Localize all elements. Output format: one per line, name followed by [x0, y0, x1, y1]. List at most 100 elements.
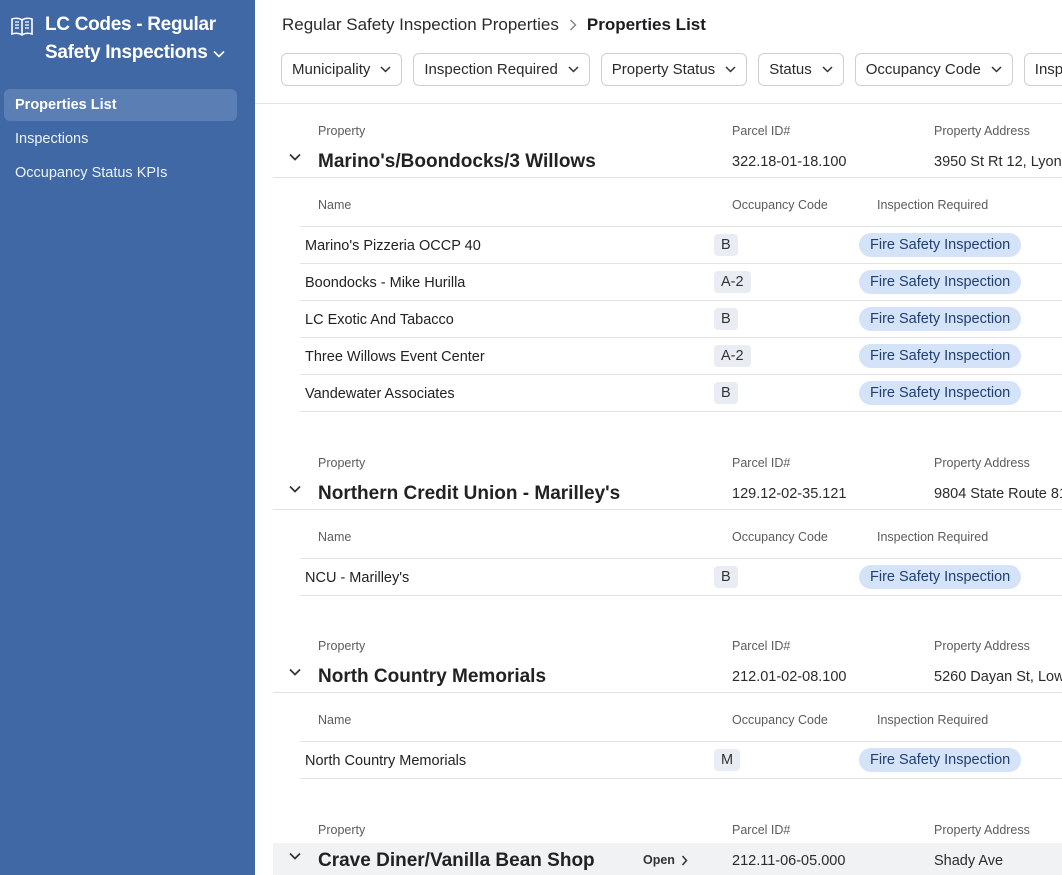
chevron-down-icon [822, 66, 833, 73]
property-header-labels: Property Parcel ID# Property Address [273, 823, 1062, 843]
sidebar-item-properties-list[interactable]: Properties List [4, 89, 237, 122]
property-address: 3950 St Rt 12, Lyons [934, 154, 1062, 170]
property-row[interactable]: North Country Memorials 212.01-02-08.100… [273, 659, 1062, 693]
property-header-labels: Property Parcel ID# Property Address [273, 456, 1062, 476]
filter-label: Municipality [292, 61, 371, 78]
property-row[interactable]: Crave Diner/Vanilla Bean Shop Open 212.1… [273, 843, 1062, 875]
breadcrumb: Regular Safety Inspection Properties Pro… [255, 0, 1062, 40]
table-row[interactable]: Marino's Pizzeria OCCP 40 B Fire Safety … [300, 227, 1062, 264]
property-row[interactable]: Northern Credit Union - Marilley's 129.1… [273, 476, 1062, 510]
parcel-id: 129.12-02-35.121 [732, 486, 847, 502]
inspection-required-pill: Fire Safety Inspection [859, 748, 1022, 772]
occupancy-code-badge: A-2 [714, 345, 751, 367]
property-group: Property Parcel ID# Property Address Cra… [273, 823, 1062, 875]
inspection-required-pill: Fire Safety Inspection [859, 565, 1022, 589]
chevron-down-icon[interactable] [289, 485, 301, 493]
breadcrumb-parent[interactable]: Regular Safety Inspection Properties [282, 15, 559, 35]
inspection-required-pill: Fire Safety Inspection [859, 270, 1022, 294]
occupant-name: Boondocks - Mike Hurilla [305, 275, 466, 291]
filter-inspection-required[interactable]: Inspection Required [413, 53, 590, 86]
name-label: Name [318, 198, 352, 212]
sidebar-item-inspections[interactable]: Inspections [4, 123, 237, 155]
filter-occupancy-code[interactable]: Occupancy Code [854, 53, 1013, 86]
inspection-required-label: Inspection Required [877, 198, 989, 212]
chevron-down-icon[interactable] [289, 668, 301, 676]
table-row[interactable]: LC Exotic And Tabacco B Fire Safety Insp… [300, 301, 1062, 338]
chevron-down-icon[interactable] [213, 39, 226, 67]
open-label: Open [643, 853, 675, 867]
inspection-required-pill: Fire Safety Inspection [859, 307, 1022, 331]
table-row[interactable]: Boondocks - Mike Hurilla A-2 Fire Safety… [300, 264, 1062, 301]
occupancy-code-badge: B [714, 308, 738, 330]
property-name: North Country Memorials [318, 666, 547, 687]
property-header-labels: Property Parcel ID# Property Address [273, 124, 1062, 144]
filter-property-status[interactable]: Property Status [600, 53, 748, 86]
filter-municipality[interactable]: Municipality [281, 53, 403, 86]
sidebar-item-occupancy-status-kpis[interactable]: Occupancy Status KPIs [4, 157, 237, 189]
divider [300, 733, 1062, 742]
occupancy-code-label: Occupancy Code [732, 530, 828, 544]
topbar: Regular Safety Inspection Properties Pro… [255, 0, 1062, 104]
property-row[interactable]: Marino's/Boondocks/3 Willows 322.18-01-1… [273, 144, 1062, 178]
chevron-down-icon [380, 66, 391, 73]
property-group: Property Parcel ID# Property Address Nor… [273, 639, 1062, 779]
book-icon [11, 17, 33, 36]
filter-bar: Municipality Inspection Required Propert… [255, 40, 1062, 86]
app-title: LC Codes - Regular Safety Inspections [45, 11, 245, 67]
chevron-down-icon [991, 66, 1002, 73]
chevron-down-icon [568, 66, 579, 73]
inspection-required-pill: Fire Safety Inspection [859, 381, 1022, 405]
inspection-required-pill: Fire Safety Inspection [859, 344, 1022, 368]
occupancy-code-badge: B [714, 234, 738, 256]
filter-inspection[interactable]: Insp [1023, 53, 1062, 86]
property-name: Marino's/Boondocks/3 Willows [318, 151, 596, 172]
occupancy-code-badge: B [714, 566, 738, 588]
filter-label: Status [769, 61, 812, 78]
table-row[interactable]: NCU - Marilley's B Fire Safety Inspectio… [300, 559, 1062, 596]
divider [300, 550, 1062, 559]
property-group: Property Parcel ID# Property Address Mar… [273, 124, 1062, 412]
occupancy-code-badge: B [714, 382, 738, 404]
property-label: Property [318, 456, 366, 470]
filter-label: Occupancy Code [865, 61, 981, 78]
occupant-name: Vandewater Associates [305, 386, 455, 402]
filter-label: Inspection Required [424, 61, 558, 78]
divider [300, 218, 1062, 227]
chevron-right-icon [681, 855, 688, 866]
chevron-down-icon[interactable] [289, 852, 301, 860]
occupant-name: North Country Memorials [305, 753, 467, 769]
name-label: Name [318, 713, 352, 727]
occupancy-code-label: Occupancy Code [732, 713, 828, 727]
table-row[interactable]: Vandewater Associates B Fire Safety Insp… [300, 375, 1062, 412]
name-label: Name [318, 530, 352, 544]
occupancy-code-label: Occupancy Code [732, 198, 828, 212]
property-name: Crave Diner/Vanilla Bean Shop [318, 850, 595, 871]
address-label: Property Address [934, 124, 1030, 138]
chevron-down-icon [725, 66, 736, 73]
parcel-id: 212.11-06-05.000 [732, 853, 846, 869]
table-row[interactable]: Three Willows Event Center A-2 Fire Safe… [300, 338, 1062, 375]
sub-header-labels: Name Occupancy Code Inspection Required [300, 713, 1062, 733]
occupant-name: LC Exotic And Tabacco [305, 312, 454, 328]
table-row[interactable]: North Country Memorials M Fire Safety In… [300, 742, 1062, 779]
filter-status[interactable]: Status [758, 53, 844, 86]
app-header[interactable]: LC Codes - Regular Safety Inspections [0, 0, 255, 67]
address-label: Property Address [934, 639, 1030, 653]
occupant-name: Marino's Pizzeria OCCP 40 [305, 238, 481, 254]
chevron-right-icon [569, 19, 577, 31]
occupant-name: Three Willows Event Center [305, 349, 485, 365]
address-label: Property Address [934, 456, 1030, 470]
app-title-text: LC Codes - Regular Safety Inspections [45, 14, 216, 64]
sidebar-nav: Properties List Inspections Occupancy St… [0, 89, 255, 189]
filter-label: Insp [1034, 61, 1062, 78]
property-label: Property [318, 823, 366, 837]
occupancy-code-badge: M [714, 749, 741, 771]
chevron-down-icon[interactable] [289, 153, 301, 161]
address-label: Property Address [934, 823, 1030, 837]
breadcrumb-current: Properties List [586, 15, 706, 34]
property-address: Shady Ave [934, 853, 1004, 869]
inspection-required-label: Inspection Required [877, 713, 989, 727]
open-button[interactable]: Open [643, 853, 688, 867]
parcel-id: 322.18-01-18.100 [732, 154, 847, 170]
sub-header-labels: Name Occupancy Code Inspection Required [300, 198, 1062, 218]
